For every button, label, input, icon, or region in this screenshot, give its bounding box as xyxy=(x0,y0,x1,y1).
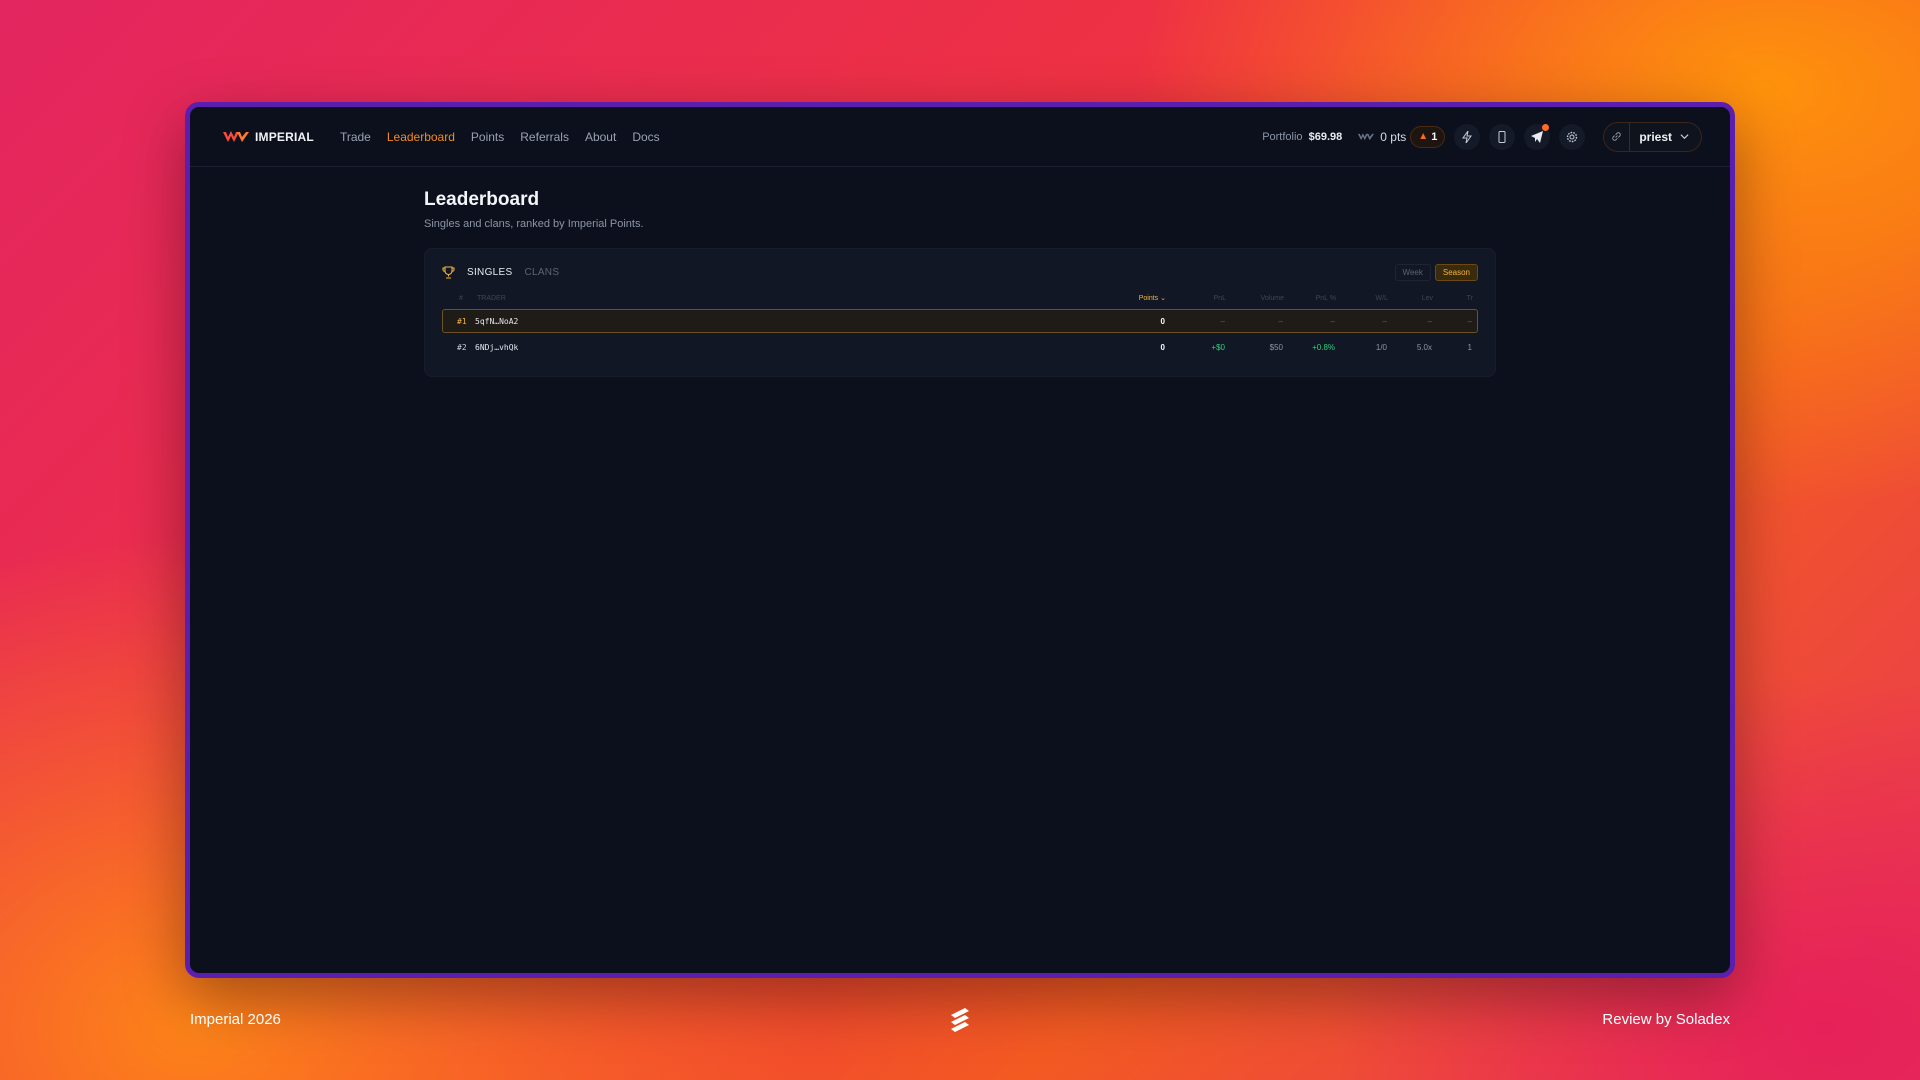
streak-badge[interactable]: ▲ 1 xyxy=(1410,125,1446,148)
brand-logo[interactable]: IMPERIAL xyxy=(223,130,314,144)
row-pnl-pct: +0.8% xyxy=(1312,342,1335,352)
main-nav: Trade Leaderboard Points Referrals About… xyxy=(340,130,660,144)
leaderboard-header: SINGLES CLANS Week Season xyxy=(442,263,1478,281)
gear-icon xyxy=(1567,131,1578,142)
leaderboard-card: SINGLES CLANS Week Season # TRADER Point… xyxy=(424,248,1496,377)
period-week-button[interactable]: Week xyxy=(1394,263,1431,281)
row-tr: – xyxy=(1467,316,1472,326)
nav-leaderboard[interactable]: Leaderboard xyxy=(387,130,455,144)
brand-name: IMPERIAL xyxy=(255,129,314,144)
trophy-icon xyxy=(442,265,455,279)
row-lev: 5.0x xyxy=(1416,342,1432,352)
imperial-logo-icon xyxy=(223,130,249,142)
fire-icon: ▲ xyxy=(1418,131,1429,142)
bolt-icon xyxy=(1462,130,1473,143)
column-pnl-pct[interactable]: PnL % xyxy=(1284,295,1336,302)
row-points: 0 xyxy=(1160,316,1165,326)
column-lev[interactable]: Lev xyxy=(1388,295,1433,302)
footer-copyright: Imperial 2026 xyxy=(190,1011,281,1028)
nav-trade[interactable]: Trade xyxy=(340,130,371,144)
notification-dot xyxy=(1542,123,1550,131)
column-volume[interactable]: Volume xyxy=(1226,295,1284,302)
points-display[interactable]: 0 pts xyxy=(1358,130,1406,144)
period-toggle: Week Season xyxy=(1394,263,1478,281)
settings-button[interactable] xyxy=(1559,123,1586,150)
footer-credit: Review by Soladex xyxy=(1602,1011,1730,1028)
page-title: Leaderboard xyxy=(424,189,540,210)
streak-count: 1 xyxy=(1431,130,1438,143)
send-icon xyxy=(1531,130,1544,143)
column-wl[interactable]: W/L xyxy=(1336,295,1388,302)
main-content: Leaderboard Singles and clans, ranked by… xyxy=(424,189,1496,377)
portfolio-summary[interactable]: Portfolio $69.98 xyxy=(1262,131,1342,143)
username: priest xyxy=(1639,129,1672,144)
row-lev: – xyxy=(1427,316,1432,326)
bolt-button[interactable] xyxy=(1454,123,1481,150)
imperial-points-icon xyxy=(1358,132,1375,140)
row-wl: – xyxy=(1382,316,1387,326)
row-rank: #1 xyxy=(457,316,467,326)
page-subtitle: Singles and clans, ranked by Imperial Po… xyxy=(424,218,644,230)
tab-singles[interactable]: SINGLES xyxy=(467,267,512,278)
column-trader[interactable]: TRADER xyxy=(477,295,1076,302)
row-pnl: +$0 xyxy=(1211,342,1225,352)
row-trader[interactable]: 5qfN…NoA2 xyxy=(475,317,1075,326)
row-pnl: – xyxy=(1220,316,1225,326)
row-wl: 1/0 xyxy=(1375,342,1387,352)
row-volume: $50 xyxy=(1269,342,1283,352)
column-points[interactable]: Points ⌄ xyxy=(1076,294,1166,302)
table-header: # TRADER Points ⌄ PnL Volume PnL % W/L L… xyxy=(442,287,1478,309)
row-trader[interactable]: 6NDj…vhQk xyxy=(475,343,1075,352)
telegram-button[interactable] xyxy=(1524,123,1551,150)
period-season-button[interactable]: Season xyxy=(1434,263,1478,281)
row-rank: #2 xyxy=(457,342,467,352)
table-row[interactable]: #1 5qfN…NoA2 0 – – – – – – xyxy=(442,309,1478,333)
link-icon xyxy=(1612,132,1621,141)
app-window: IMPERIAL Trade Leaderboard Points Referr… xyxy=(185,102,1735,978)
portfolio-value: $69.98 xyxy=(1308,130,1343,143)
nav-about[interactable]: About xyxy=(585,130,616,144)
wallet-menu[interactable]: priest xyxy=(1603,121,1702,152)
chevron-down-icon xyxy=(1680,134,1689,140)
column-tr[interactable]: Tr xyxy=(1433,295,1473,302)
mobile-button[interactable] xyxy=(1489,123,1516,150)
wallet-link-button[interactable] xyxy=(1604,122,1631,151)
column-rank: # xyxy=(459,294,463,302)
nav-referrals[interactable]: Referrals xyxy=(520,130,569,144)
user-dropdown[interactable]: priest xyxy=(1630,130,1701,144)
row-tr: 1 xyxy=(1467,342,1472,352)
table-row[interactable]: #2 6NDj…vhQk 0 +$0 $50 +0.8% 1/0 5.0x 1 xyxy=(442,335,1478,359)
row-points: 0 xyxy=(1160,342,1165,352)
portfolio-label: Portfolio xyxy=(1262,130,1303,143)
points-value: 0 pts xyxy=(1380,129,1407,144)
tab-clans[interactable]: CLANS xyxy=(524,267,559,278)
row-volume: – xyxy=(1278,316,1283,326)
phone-icon xyxy=(1498,130,1506,143)
header-right: Portfolio $69.98 0 pts ▲ 1 priest xyxy=(1262,121,1702,152)
column-pnl[interactable]: PnL xyxy=(1166,295,1226,302)
top-navigation-bar: IMPERIAL Trade Leaderboard Points Referr… xyxy=(190,107,1730,167)
row-pnl-pct: – xyxy=(1330,316,1335,326)
soladex-logo-icon xyxy=(951,1008,969,1032)
nav-points[interactable]: Points xyxy=(471,130,504,144)
nav-docs[interactable]: Docs xyxy=(632,130,659,144)
